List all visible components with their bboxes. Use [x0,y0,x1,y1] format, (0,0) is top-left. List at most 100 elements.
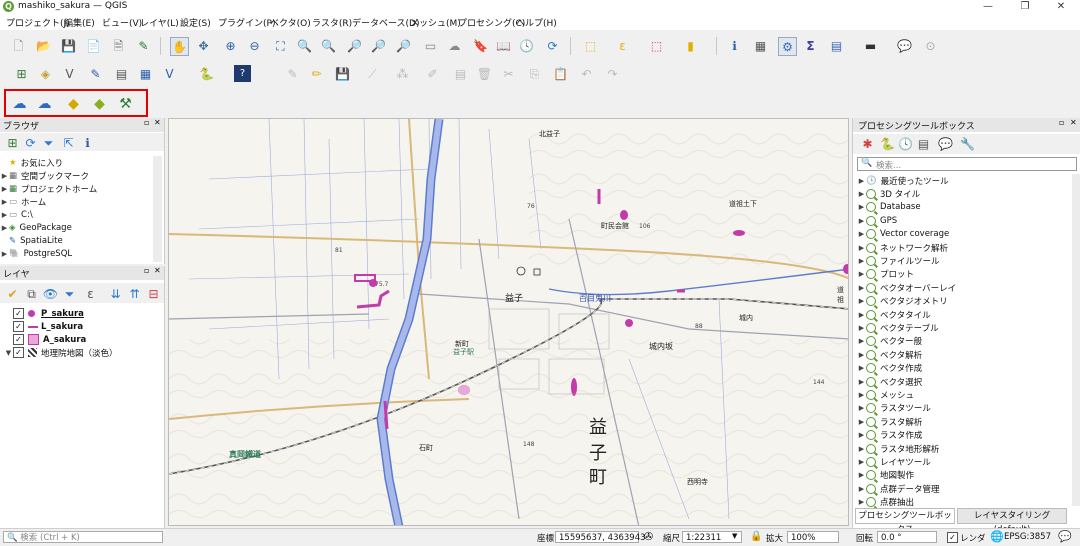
refresh-browser-icon[interactable]: ⟳ [22,134,39,151]
menu-project[interactable]: プロジェクト(J) [6,16,70,29]
chevron-down-icon[interactable]: ▼ [732,532,737,540]
history-icon[interactable]: 🕓 [897,135,914,152]
menu-plugins[interactable]: プラグイン(P) [218,16,275,29]
browser-item-bookmarks[interactable]: ▶ ▦ 空間ブックマーク [0,169,89,182]
browser-item-spatialite[interactable]: ✎ SpatiaLite [0,234,63,247]
zoom-selection-icon[interactable]: 🔍 [296,37,313,54]
processing-item[interactable]: ▶ ベクタジオメトリ [857,295,948,308]
delete-selected-icon[interactable]: ▤ [452,65,469,82]
style-manager-icon[interactable]: ✎ [135,37,152,54]
open-project-icon[interactable]: 📂 [35,37,52,54]
render-checkbox[interactable]: ✓ [947,532,958,543]
locator-icon[interactable]: ⊙ [922,37,939,54]
processing-item[interactable]: ▶ ベクタ解析 [857,348,922,361]
processing-item[interactable]: ▶ ベクタ選択 [857,375,922,388]
cloud-icon[interactable]: ☁ [11,95,28,112]
lock-icon[interactable]: 🔒 [750,531,762,542]
map-tips-icon[interactable]: 💬 [896,37,913,54]
remove-layer-icon[interactable]: ⊟ [145,285,162,302]
package-sync-icon[interactable]: ◆ [91,95,108,112]
save-project-icon[interactable]: 💾 [60,37,77,54]
toggle-editing-icon[interactable]: ✏ [308,65,325,82]
pan-tool-icon[interactable]: ✋ [170,37,189,56]
layer-row-l-sakura[interactable]: ✓ L_sakura [4,320,83,333]
digitize-line-icon[interactable]: ⟋ [364,65,381,82]
processing-item[interactable]: ▶ Database [857,201,921,214]
temporal-controller-icon[interactable]: 🕓 [518,37,535,54]
filter-legend-icon[interactable]: ⏷ [61,285,78,302]
browser-scrollbar[interactable] [153,156,162,262]
processing-search-input[interactable]: 🔍 検索... [857,157,1077,171]
processing-scrollbar[interactable] [1072,174,1080,506]
processing-item[interactable]: ▶ ベクタタイル [857,308,931,321]
browser-item-geopackage[interactable]: ▶ ◈ GeoPackage [0,221,72,234]
data-source-manager-icon[interactable]: ⊞ [13,65,30,82]
processing-item[interactable]: ▶ ラスタ解析 [857,415,922,428]
float-icon[interactable]: ▫ [144,266,149,275]
zoom-next-icon[interactable]: 🔎 [395,37,412,54]
copy-features-icon[interactable]: ⎘ [526,65,543,82]
move-selection-icon[interactable]: ▮ [682,37,699,54]
pan-to-selection-icon[interactable]: ✥ [195,37,212,54]
layer-checkbox[interactable]: ✓ [13,334,24,345]
map-canvas[interactable]: 益 子 町 益子 北益子 益子駅 新町 城内坂 百目鬼川 町民会館 道祖土下 真… [168,118,849,526]
new-3d-map-view-icon[interactable]: ☁ [446,37,463,54]
zoom-full-icon[interactable]: ⛶ [272,37,289,54]
add-wfs-layer-icon[interactable]: V [161,65,178,82]
new-project-icon[interactable]: 🗋 [10,37,27,54]
current-edits-icon[interactable]: ✎ [284,65,301,82]
processing-item[interactable]: ▶ 点群抽出 [857,496,914,509]
modify-attributes-icon[interactable]: ✐ [424,65,441,82]
show-bookmarks-icon[interactable]: 📖 [495,37,512,54]
statistical-summary-icon[interactable]: Σ [802,37,819,54]
measure-line-icon[interactable]: ▬ [862,37,879,54]
vertex-tool-icon[interactable]: ⁂ [394,65,411,82]
processing-item[interactable]: ▶ メッシュ [857,388,914,401]
filter-icon[interactable]: ⏷ [40,134,57,151]
package-icon[interactable]: ◆ [65,95,82,112]
zoom-layer-icon[interactable]: 🔍 [320,37,337,54]
identify-features-icon[interactable]: ℹ [726,37,743,54]
select-features-icon[interactable]: ⬚ [582,37,599,54]
processing-item[interactable]: ▶ プロット [857,268,914,281]
collapse-all-icon[interactable]: ⇱ [60,134,77,151]
add-raster-layer-icon[interactable]: ✎ [87,65,104,82]
layer-row-p-sakura[interactable]: ✓ P_sakura [4,307,84,320]
locator-search-input[interactable]: 🔍 検索 (Ctrl + K) [3,531,163,543]
layer-styling-icon[interactable]: ✔ [4,285,21,302]
close-panel-icon[interactable]: ✕ [154,118,161,127]
menu-mesh[interactable]: メッシュ(M) [410,16,461,29]
info-icon[interactable]: ℹ [79,134,96,151]
new-bookmark-icon[interactable]: 🔖 [472,37,489,54]
manage-visibility-icon[interactable]: 👁 [42,285,59,302]
add-wms-layer-icon[interactable]: ▦ [137,65,154,82]
browser-item-home[interactable]: ▶ ▭ ホーム [0,195,46,208]
browser-item-c-drive[interactable]: ▶ ▭ C:\ [0,208,33,221]
layer-checkbox[interactable]: ✓ [13,308,24,319]
refresh-icon[interactable]: ⟳ [544,37,561,54]
processing-item[interactable]: ▶ レイヤツール [857,455,931,468]
tools-icon[interactable]: ⚒ [117,95,134,112]
menu-vector[interactable]: ベクタ(O) [270,16,311,29]
layer-row-gsi-map[interactable]: ▼ ✓ 地理院地図（淡色） [4,346,118,359]
field-calculator-icon[interactable]: ▤ [828,37,845,54]
menu-view[interactable]: ビュー(V) [102,16,142,29]
magnifier-field[interactable]: 100% [787,531,839,543]
processing-item[interactable]: ▶ Vector coverage [857,228,949,241]
minimize-button[interactable]: — [975,0,1001,14]
models-icon[interactable]: ✱ [859,135,876,152]
delete-icon[interactable]: 🗑 [476,65,493,82]
zoom-in-icon[interactable]: ⊕ [222,37,239,54]
collapse-all-icon[interactable]: ⇈ [126,285,143,302]
globe-icon[interactable]: 🌐 [990,530,1004,543]
new-print-layout-icon[interactable]: 📄 [85,37,102,54]
new-geopackage-icon[interactable]: ◈ [37,65,54,82]
redo-icon[interactable]: ↷ [604,65,621,82]
expand-all-icon[interactable]: ⇊ [107,285,124,302]
menu-help[interactable]: ヘルプ(H) [516,16,557,29]
cloud-upload-icon[interactable]: ☁ [36,95,53,112]
undo-icon[interactable]: ↶ [578,65,595,82]
float-icon[interactable]: ▫ [1059,118,1064,127]
paste-features-icon[interactable]: 📋 [552,65,569,82]
layer-checkbox[interactable]: ✓ [13,347,24,358]
